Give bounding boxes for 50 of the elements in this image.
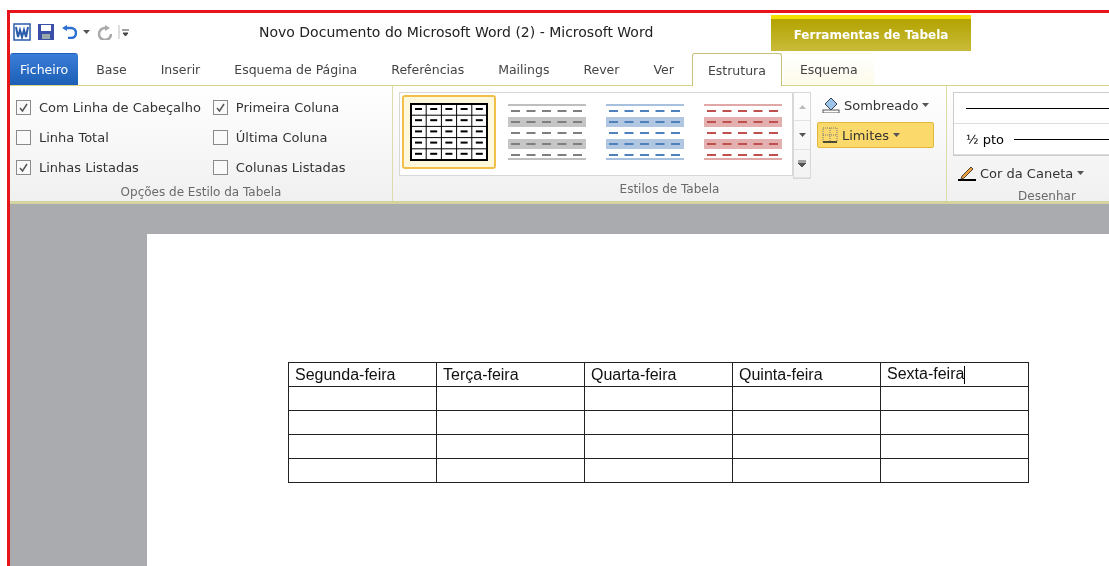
more-styles-icon[interactable] xyxy=(798,159,806,167)
ribbon-tab[interactable]: Inserir xyxy=(144,53,217,85)
table-cell: Segunda-feira xyxy=(288,362,437,387)
table-cell: Sexta-feira xyxy=(880,362,1029,387)
group-label: Opções de Estilo da Tabela xyxy=(119,184,283,201)
checkbox[interactable] xyxy=(212,99,228,115)
checkbox-label: Colunas Listadas xyxy=(235,159,346,175)
text-cursor xyxy=(964,365,966,384)
paint-bucket-icon xyxy=(822,97,840,113)
table-cell: Quarta-feira xyxy=(584,362,733,387)
ribbon-tab[interactable]: Esquema xyxy=(783,53,874,85)
scroll-down-icon[interactable] xyxy=(798,133,806,137)
ribbon-tab[interactable]: Esquema de Página xyxy=(218,53,374,85)
window-title: Novo Documento do Microsoft Word (2) - Microsoft Word xyxy=(259,24,655,40)
table-style-option[interactable] xyxy=(402,95,496,169)
checkbox[interactable] xyxy=(212,159,228,175)
save-icon[interactable] xyxy=(37,23,55,41)
borders-button[interactable]: Limites xyxy=(817,122,935,148)
checkbox-label: Com Linha de Cabeçalho xyxy=(39,99,201,115)
checkbox[interactable] xyxy=(212,129,228,145)
ribbon-tab[interactable]: Rever xyxy=(567,53,636,85)
file-tab[interactable]: Ficheiro xyxy=(10,53,79,85)
ribbon-tab[interactable]: Referências xyxy=(375,53,481,85)
group-label: Estilos de Tabela xyxy=(618,181,721,198)
shading-button[interactable]: Sombreado xyxy=(817,92,935,118)
dropdown-icon xyxy=(922,103,930,107)
group-label: Desenhar xyxy=(1017,188,1077,205)
dropdown-icon xyxy=(83,30,90,34)
ribbon-tab[interactable]: Mailings xyxy=(482,53,566,85)
checkbox-label: Primeira Coluna xyxy=(235,99,340,115)
checkbox-label: Linha Total xyxy=(39,129,109,145)
pen-icon xyxy=(958,165,976,181)
checkbox-label: Última Coluna xyxy=(235,129,328,145)
dropdown-icon xyxy=(1077,171,1085,175)
pen-color-button[interactable]: Cor da Caneta xyxy=(953,160,1109,186)
dropdown-icon xyxy=(893,133,900,137)
word-logo-icon[interactable] xyxy=(13,23,31,41)
checkbox-label: Linhas Listadas xyxy=(39,159,139,175)
ribbon-tab[interactable]: Estrutura xyxy=(691,53,782,86)
customize-menu-icon[interactable] xyxy=(118,25,130,39)
contextual-tab-header: Ferramentas de Tabela xyxy=(771,15,971,51)
checkbox[interactable] xyxy=(16,129,31,145)
undo-icon[interactable] xyxy=(61,25,77,39)
checkbox[interactable] xyxy=(16,99,31,115)
ribbon-tab[interactable]: Ver xyxy=(637,53,690,85)
checkbox[interactable] xyxy=(16,159,31,175)
borders-icon xyxy=(822,127,838,143)
ribbon-tab[interactable]: Base xyxy=(80,53,143,85)
table-cell: Terça-feira xyxy=(436,362,585,387)
table-cell: Quinta-feira xyxy=(732,362,881,387)
